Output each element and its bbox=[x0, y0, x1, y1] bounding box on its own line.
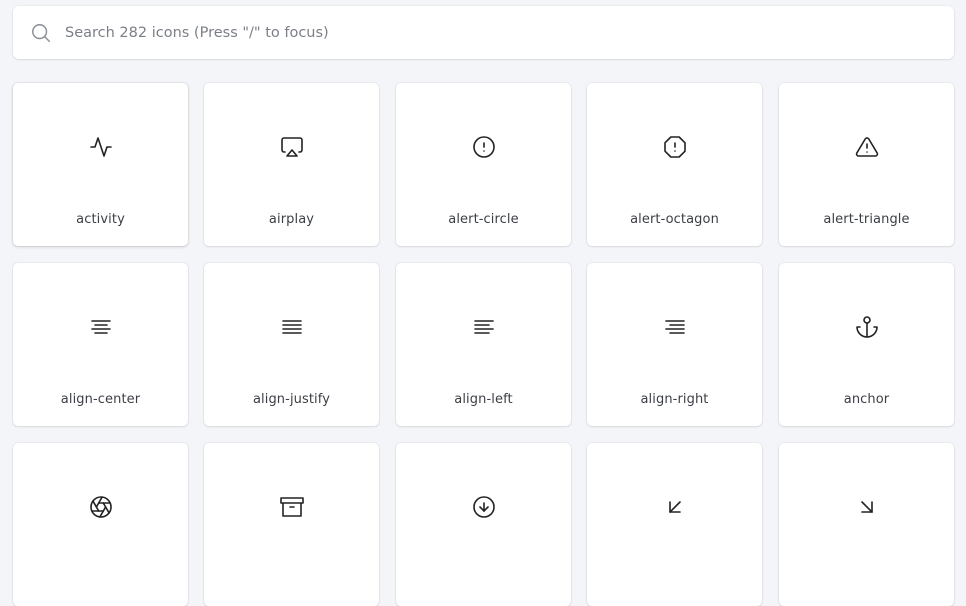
icon-card-align-center[interactable]: align-center bbox=[13, 263, 188, 426]
alert-triangle-icon bbox=[855, 135, 879, 159]
icon-card-alert-octagon[interactable]: alert-octagon bbox=[587, 83, 762, 246]
icon-label: anchor bbox=[843, 392, 890, 407]
arrow-down-right-icon bbox=[855, 495, 879, 519]
icon-label: activity bbox=[76, 212, 125, 227]
alert-octagon-icon bbox=[663, 135, 687, 159]
icon-label: airplay bbox=[268, 212, 315, 227]
icon-card-activity[interactable]: activity bbox=[13, 83, 188, 246]
icon-label: alert-triangle bbox=[823, 212, 910, 227]
icon-label: alert-octagon bbox=[630, 212, 719, 227]
align-left-icon bbox=[472, 315, 496, 339]
icon-label: align-left bbox=[454, 392, 513, 407]
icon-card-arrow-down-right[interactable] bbox=[779, 443, 954, 606]
icon-card-align-right[interactable]: align-right bbox=[587, 263, 762, 426]
alert-circle-icon bbox=[472, 135, 496, 159]
icon-card-alert-triangle[interactable]: alert-triangle bbox=[779, 83, 954, 246]
arrow-down-left-icon bbox=[663, 495, 687, 519]
airplay-icon bbox=[280, 135, 304, 159]
align-right-icon bbox=[663, 315, 687, 339]
icon-card-arrow-down-circle[interactable] bbox=[396, 443, 571, 606]
icon-label: align-right bbox=[640, 392, 709, 407]
align-justify-icon bbox=[280, 315, 304, 339]
arrow-down-circle-icon bbox=[472, 495, 496, 519]
icon-card-align-left[interactable]: align-left bbox=[396, 263, 571, 426]
activity-icon bbox=[89, 135, 113, 159]
icon-card-alert-circle[interactable]: alert-circle bbox=[396, 83, 571, 246]
search-bar[interactable] bbox=[13, 6, 954, 59]
align-center-icon bbox=[89, 315, 113, 339]
icon-card-anchor[interactable]: anchor bbox=[779, 263, 954, 426]
icon-card-align-justify[interactable]: align-justify bbox=[204, 263, 379, 426]
archive-icon bbox=[279, 495, 304, 519]
anchor-icon bbox=[855, 315, 879, 339]
icon-card-archive[interactable] bbox=[204, 443, 379, 606]
search-input[interactable] bbox=[65, 6, 935, 59]
icon-card-aperture[interactable] bbox=[13, 443, 188, 606]
search-icon bbox=[30, 22, 52, 44]
icon-label: alert-circle bbox=[448, 212, 519, 227]
icon-card-airplay[interactable]: airplay bbox=[204, 83, 379, 246]
icon-label: align-center bbox=[60, 392, 141, 407]
icon-card-arrow-down-left[interactable] bbox=[587, 443, 762, 606]
aperture-icon bbox=[89, 495, 113, 519]
icon-label: align-justify bbox=[252, 392, 331, 407]
